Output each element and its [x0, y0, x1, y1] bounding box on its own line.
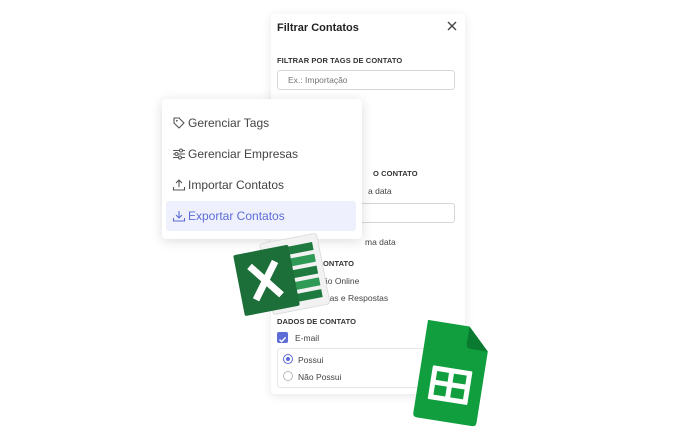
google-sheets-logo-icon — [413, 319, 488, 427]
has-email-label: Possui — [298, 355, 324, 365]
excel-logo-icon — [233, 233, 331, 316]
panel-title: Filtrar Contatos — [277, 22, 359, 34]
menu-item-label: Exportar Contatos — [188, 209, 285, 223]
download-icon — [172, 211, 186, 222]
date-section-label: O CONTATO — [373, 169, 418, 178]
menu-item-manage-companies[interactable]: Gerenciar Empresas — [166, 139, 356, 169]
menu-item-import-contacts[interactable]: Importar Contatos — [166, 170, 356, 200]
menu-item-manage-tags[interactable]: Gerenciar Tags — [166, 108, 356, 138]
menu-item-label: Importar Contatos — [188, 178, 285, 192]
no-email-label: Não Possui — [298, 372, 342, 382]
check-icon — [279, 336, 287, 343]
email-checkbox[interactable] — [277, 332, 288, 343]
date-option-label: a data — [368, 186, 392, 196]
no-email-radio[interactable] — [283, 371, 293, 381]
has-email-radio[interactable] — [283, 354, 293, 364]
sliders-icon — [173, 148, 185, 160]
tags-section-label: FILTRAR POR TAGS DE CONTATO — [277, 56, 403, 65]
date-option-2-label: ma data — [365, 237, 396, 247]
menu-item-label: Gerenciar Tags — [188, 116, 270, 130]
email-label: E-mail — [295, 333, 320, 343]
tags-search-input[interactable] — [277, 70, 455, 90]
tag-icon — [173, 117, 185, 129]
upload-icon — [172, 179, 186, 191]
close-icon[interactable] — [445, 19, 459, 33]
menu-item-export-contacts[interactable]: Exportar Contatos — [166, 201, 356, 231]
contacts-actions-menu: Gerenciar Tags Gerenciar Empresas Import… — [162, 99, 362, 239]
menu-item-label: Gerenciar Empresas — [188, 147, 299, 161]
